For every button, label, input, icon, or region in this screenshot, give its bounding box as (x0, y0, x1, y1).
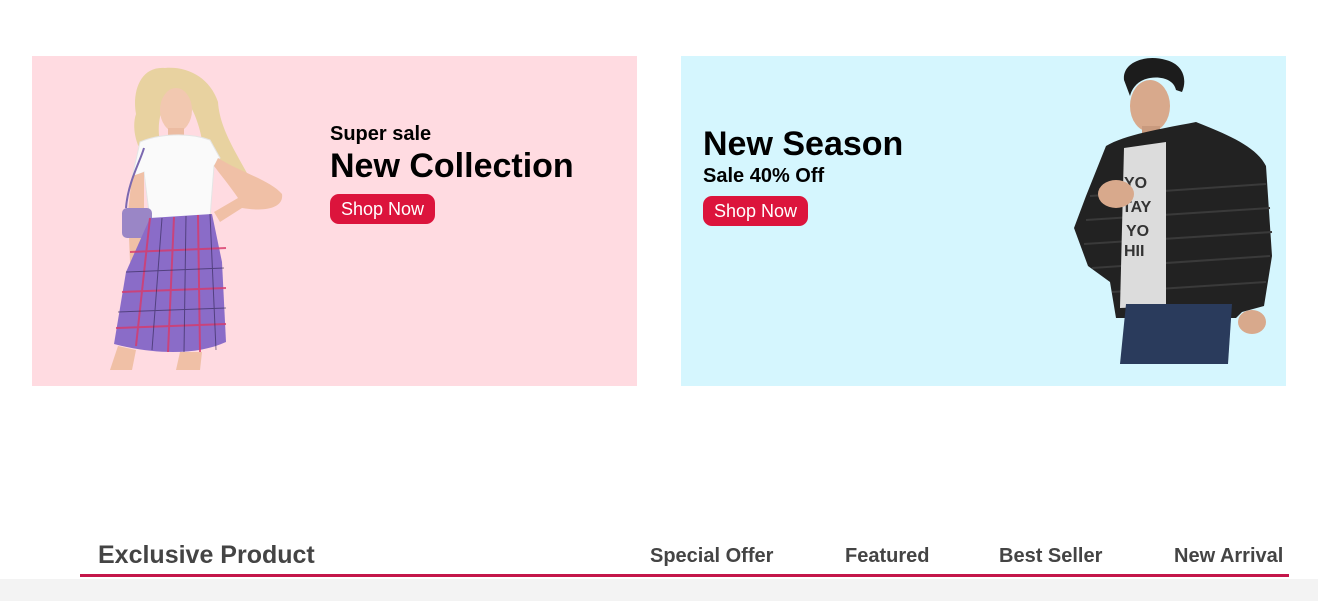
tab-special-offer[interactable]: Special Offer (650, 545, 773, 568)
tab-new-arrival[interactable]: New Arrival (1174, 545, 1283, 568)
banner-kicker: Super sale (330, 123, 432, 145)
product-tabs: Exclusive Product Special Offer Featured… (80, 536, 1289, 577)
svg-text:YO: YO (1126, 223, 1149, 240)
section-divider (0, 579, 1318, 601)
shop-now-button[interactable]: Shop Now (330, 194, 436, 224)
promo-banner-new-collection[interactable]: Super sale New Collection Shop Now (32, 56, 637, 386)
banner-right-text: New Season Sale 40% Off Shop Now (703, 124, 903, 226)
page: Super sale New Collection Shop Now New S… (0, 0, 1318, 601)
tab-best-seller[interactable]: Best Seller (999, 545, 1102, 568)
woman-model-image (110, 67, 283, 370)
banner-headline: New Season (703, 125, 904, 163)
shop-now-button[interactable]: Shop Now (703, 196, 809, 226)
tab-featured[interactable]: Featured (845, 545, 929, 568)
promo-banner-new-season[interactable]: New Season Sale 40% Off Shop Now YO TAY … (681, 56, 1286, 386)
man-model-image: YO TAY YO HII (1074, 58, 1273, 364)
section-title: Exclusive Product (98, 541, 315, 569)
svg-text:HII: HII (1124, 243, 1144, 260)
banner-subline: Sale 40% Off (703, 165, 825, 187)
banner-left-text: Super sale New Collection Shop Now (330, 122, 574, 224)
banner-headline: New Collection (330, 147, 574, 185)
